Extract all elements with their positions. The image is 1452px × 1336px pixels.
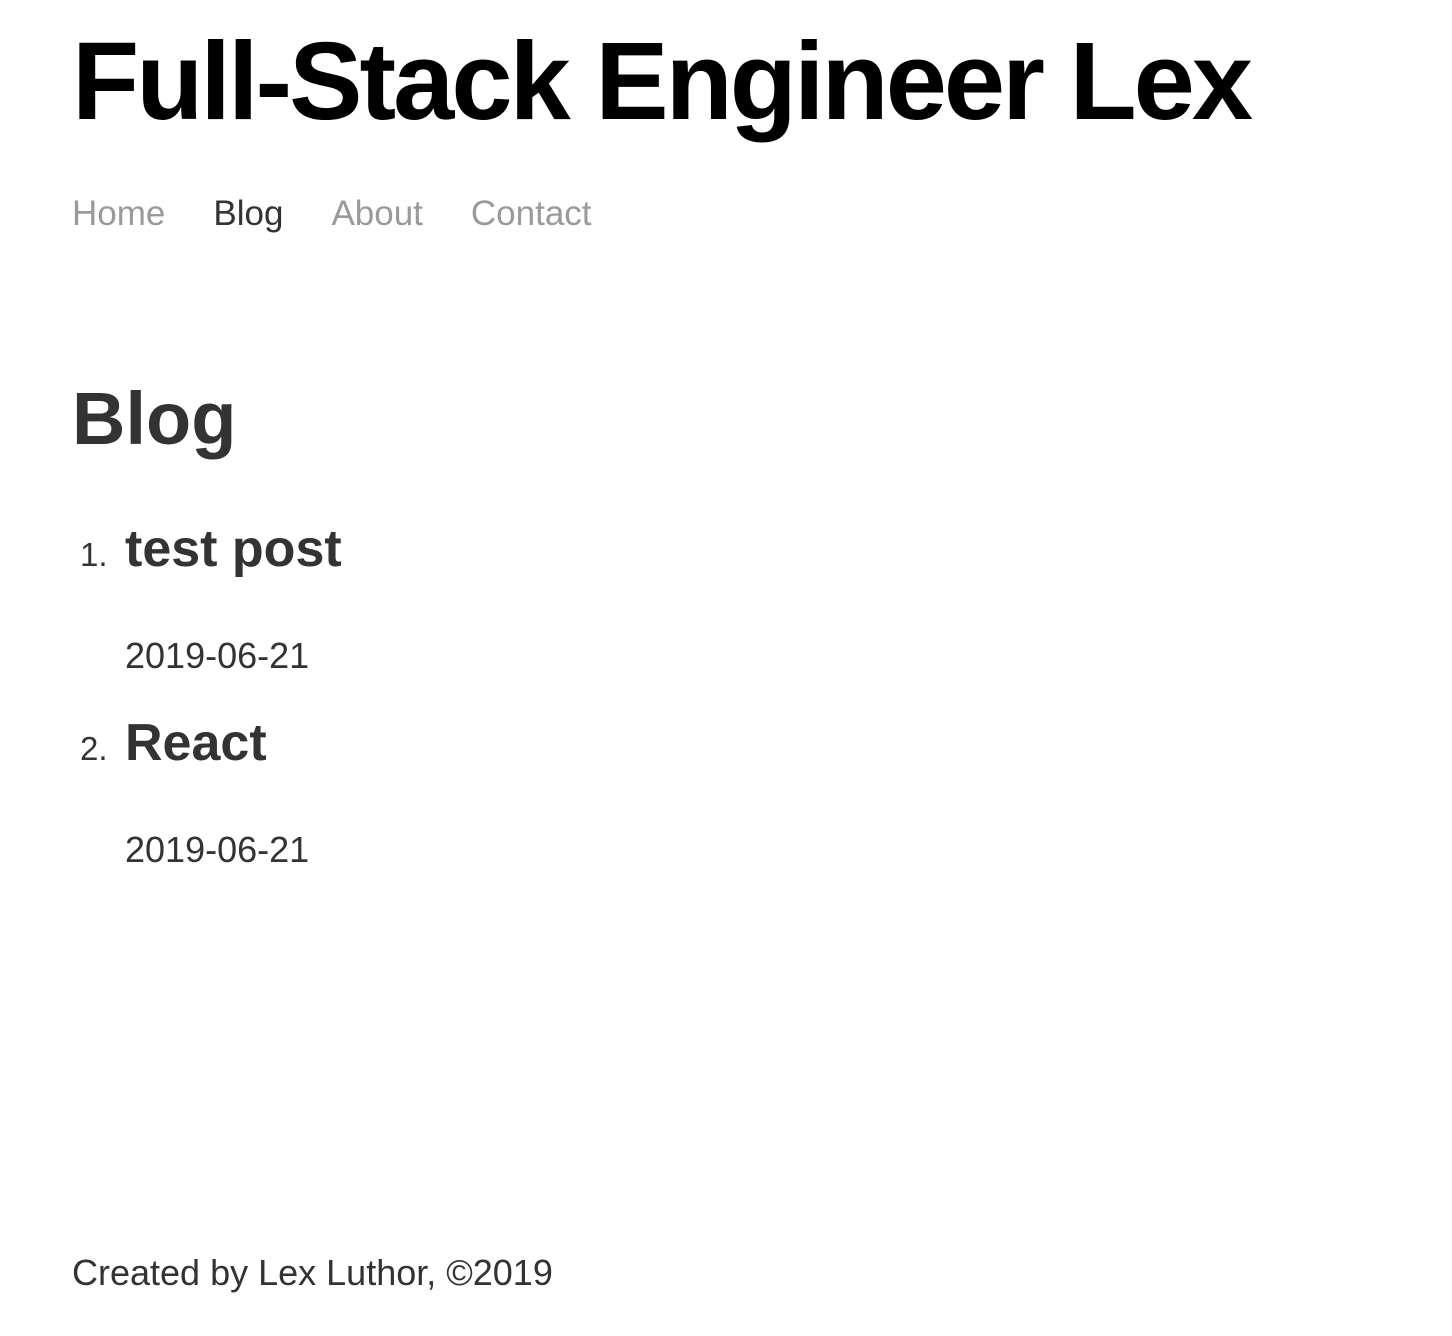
post-number: 2. — [80, 730, 108, 767]
nav-link-blog[interactable]: Blog — [213, 192, 283, 236]
site-title: Full-Stack Engineer Lex — [72, 20, 1253, 143]
nav-link-contact[interactable]: Contact — [471, 192, 592, 236]
post-title-link[interactable]: test post — [125, 515, 342, 583]
footer-text: Created by Lex Luthor, ©2019 — [72, 1252, 553, 1293]
page-title: Blog — [72, 377, 237, 460]
post-title-link[interactable]: React — [125, 709, 267, 777]
nav-link-about[interactable]: About — [331, 192, 422, 236]
main-nav: Home Blog About Contact — [72, 192, 592, 236]
nav-link-home[interactable]: Home — [72, 192, 165, 236]
post-date: 2019-06-21 — [125, 635, 310, 676]
site-footer: Created by Lex Luthor, ©2019 — [72, 1250, 553, 1296]
post-number: 1. — [80, 536, 108, 573]
post-date: 2019-06-21 — [125, 829, 310, 870]
